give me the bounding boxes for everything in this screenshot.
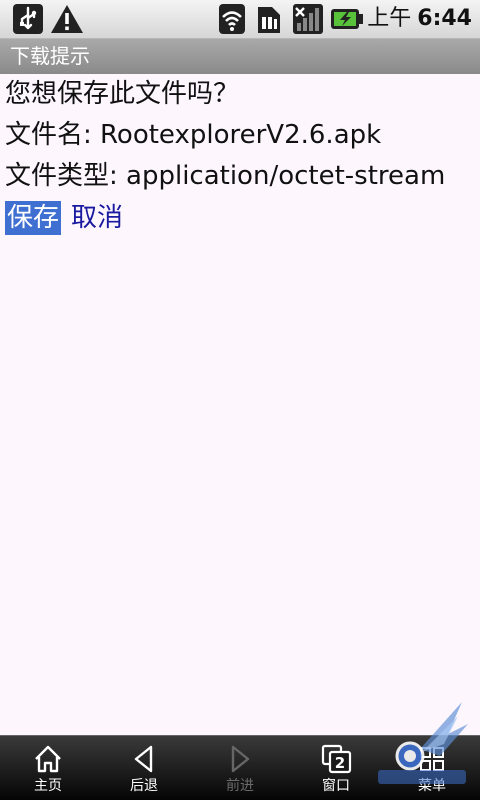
toolbar-windows[interactable]: 2 窗口 — [288, 736, 384, 800]
toolbar-back[interactable]: 后退 — [96, 736, 192, 800]
usb-icon — [13, 4, 43, 34]
warning-icon — [51, 5, 83, 33]
menu-icon — [420, 747, 444, 771]
back-arrow-icon — [134, 745, 153, 773]
save-button[interactable]: 保存 — [5, 200, 62, 235]
toolbar-home[interactable]: 主页 — [0, 736, 96, 800]
save-question: 您想保存此文件吗？ — [5, 79, 240, 109]
toolbar-menu-label: 菜单 — [418, 778, 446, 794]
clock-ampm: 上午 — [367, 6, 412, 31]
file-name: 文件名: RootexplorerV2.6.apk — [5, 120, 382, 150]
status-bar: 上午 6:44 — [0, 0, 480, 39]
toolbar-back-label: 后退 — [130, 778, 158, 794]
battery-charging-icon — [331, 9, 363, 29]
toolbar-forward[interactable]: 前进 — [192, 736, 288, 800]
clock: 上午 6:44 — [367, 4, 472, 34]
dialog-actions: 保存 取消 — [5, 197, 480, 238]
toolbar-home-label: 主页 — [34, 778, 62, 794]
windows-icon: 2 — [321, 744, 352, 774]
dialog-title: 下载提示 — [0, 39, 480, 74]
browser-toolbar: 主页 后退 前进 2 窗口 菜单 — [0, 735, 480, 800]
signal-bars-icon — [293, 4, 323, 34]
home-icon — [35, 745, 61, 773]
clock-time: 6:44 — [417, 6, 472, 31]
windows-count: 2 — [335, 754, 345, 772]
toolbar-menu[interactable]: 菜单 — [384, 736, 480, 800]
forward-arrow-icon — [231, 745, 250, 773]
sim-card-icon — [258, 7, 280, 33]
cancel-button[interactable]: 取消 — [69, 201, 125, 235]
wifi-icon — [219, 4, 245, 34]
file-type: 文件类型: application/octet-stream — [5, 161, 446, 191]
dialog-content: 您想保存此文件吗？ 文件名: RootexplorerV2.6.apk 文件类型… — [0, 74, 480, 238]
toolbar-forward-label: 前进 — [226, 778, 254, 794]
toolbar-windows-label: 窗口 — [322, 778, 350, 794]
